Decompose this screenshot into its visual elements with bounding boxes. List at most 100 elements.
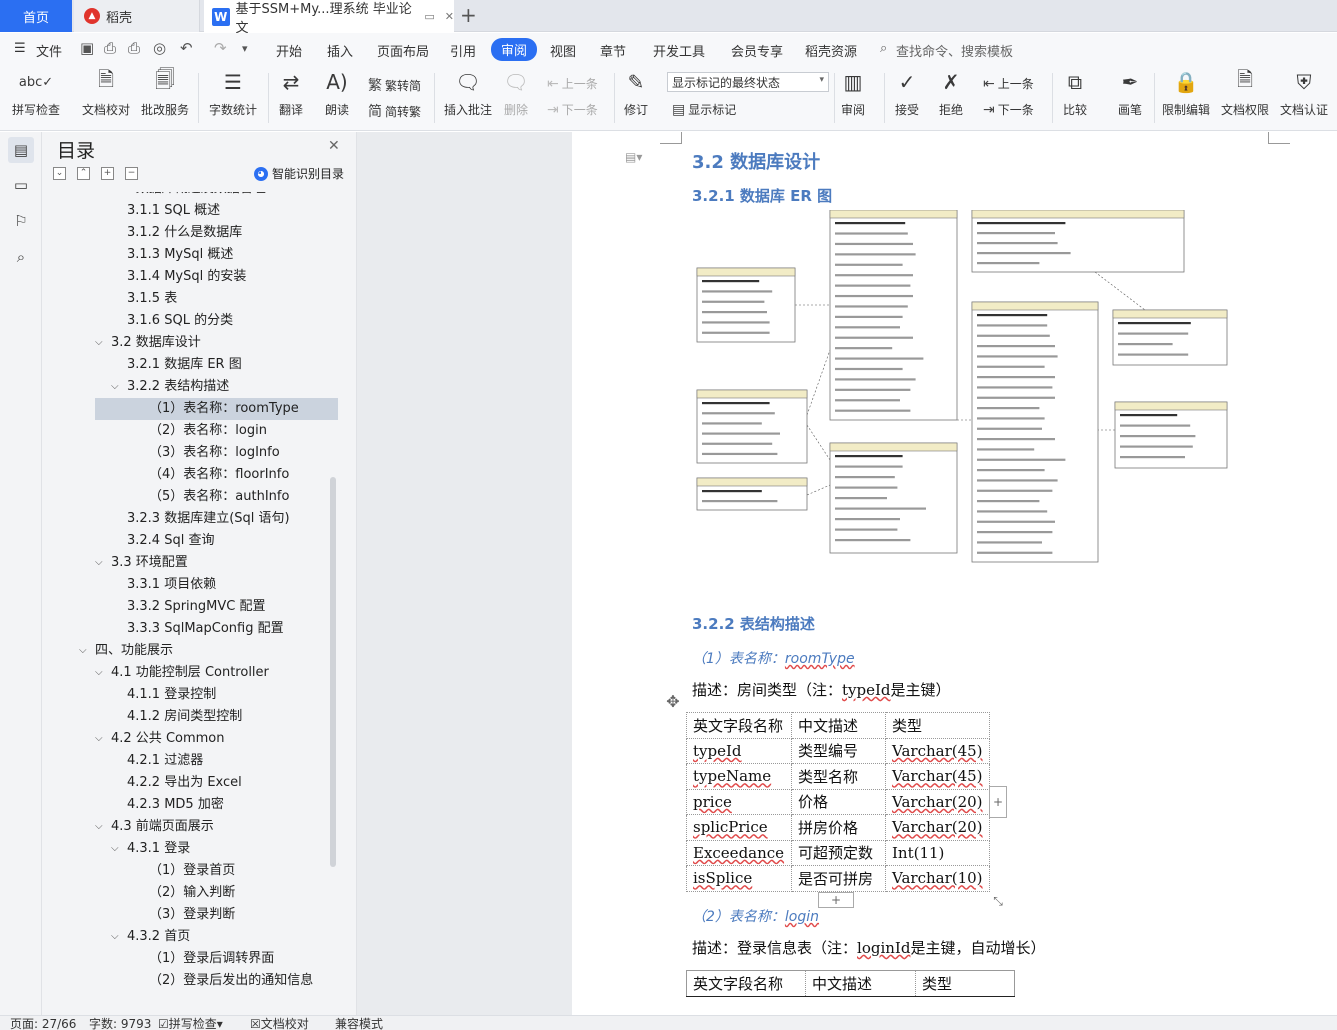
command-search-input[interactable]: 查找命令、搜索模板 xyxy=(896,41,1013,60)
toc-item[interactable]: ⌵ 4.1 功能控制层 Controller xyxy=(95,662,269,684)
chevron-down-icon[interactable]: ⌵ xyxy=(95,332,103,354)
search-icon[interactable]: ⌕ xyxy=(8,244,34,270)
toc-item[interactable]: ⌵ 3.3 环境配置 xyxy=(95,552,188,574)
table-cell[interactable]: isSplice xyxy=(686,865,792,892)
tab-home[interactable]: 首页 xyxy=(0,0,72,32)
table-move-handle-icon[interactable]: ✥ xyxy=(664,692,682,711)
menu-review[interactable]: 审阅 xyxy=(491,38,538,61)
review-pane-button[interactable]: ▥ 审阅 xyxy=(840,69,866,118)
toc-item[interactable]: 3.1.2 什么是数据库 xyxy=(127,222,242,244)
toc-item[interactable]: 3.1.4 MySql 的安装 xyxy=(127,266,246,288)
export-pdf-icon[interactable]: ⎙ xyxy=(104,39,116,57)
table-header-cell[interactable]: 类型 xyxy=(885,712,990,739)
table-cell[interactable]: 类型名称 xyxy=(791,763,886,790)
print-preview-icon[interactable]: ◎ xyxy=(153,39,166,57)
reject-button[interactable]: ✗ 拒绝 xyxy=(938,69,964,118)
show-markup-button[interactable]: ▤ 显示标记 xyxy=(672,101,736,118)
table-cell[interactable]: 拼房价格 xyxy=(791,814,886,841)
toc-item[interactable]: ⌵ 3.1 数据库概述及数据管理 xyxy=(95,192,266,200)
insert-comment-button[interactable]: 🗨 插入批注 xyxy=(444,69,492,118)
toc-item[interactable]: ⌵ 4.3.1 登录 xyxy=(111,838,190,860)
table-cell[interactable]: typeName xyxy=(686,763,792,790)
table-cell[interactable]: 是否可拼房 xyxy=(791,865,886,892)
toc-item[interactable]: （3）表名称：logInfo xyxy=(149,442,280,464)
quick-access-more-icon[interactable]: ▾ xyxy=(242,42,248,55)
print-icon[interactable]: ⎙ xyxy=(128,39,140,57)
save-icon[interactable]: ▣ xyxy=(80,39,94,57)
table-header-cell[interactable]: 中文描述 xyxy=(791,712,886,739)
doc-permission-button[interactable]: 🗎 文档权限 xyxy=(1221,67,1269,118)
toc-item[interactable]: （2）登录后发出的通知信息 xyxy=(149,970,313,992)
tab-document[interactable]: W 基于SSM+My...理系统 毕业论文 ▭ ✕ xyxy=(204,0,454,36)
track-changes-button[interactable]: ✎ 修订 xyxy=(623,69,649,118)
chevron-down-icon[interactable]: ⌵ xyxy=(95,192,103,200)
menu-insert[interactable]: 插入 xyxy=(327,41,353,60)
chevron-down-icon[interactable]: ⌵ xyxy=(95,662,103,684)
close-icon[interactable]: ✕ xyxy=(328,138,340,154)
next-change-button[interactable]: ⇥ 下一条 xyxy=(983,101,1034,118)
table-cell[interactable]: Exceedance xyxy=(686,839,792,866)
menu-daoke-resources[interactable]: 稻壳资源 xyxy=(805,41,857,60)
chevron-down-icon[interactable]: ⌵ xyxy=(95,552,103,574)
word-count-button[interactable]: ☰ 字数统计 xyxy=(209,69,257,118)
table-header-cell[interactable]: 英文字段名称 xyxy=(686,712,792,739)
toc-item[interactable]: 3.1.6 SQL 的分类 xyxy=(127,310,233,332)
table-cell[interactable]: splicPrice xyxy=(686,814,792,841)
add-column-icon[interactable]: + xyxy=(989,786,1007,818)
spell-check-button[interactable]: abc✓ 拼写检查 xyxy=(12,69,60,118)
menu-chapter[interactable]: 章节 xyxy=(600,41,626,60)
toc-item[interactable]: ⌵ 4.3 前端页面展示 xyxy=(95,816,214,838)
chevron-down-icon[interactable]: ⌵ xyxy=(111,838,119,860)
spell-check-status[interactable]: ☑拼写检查▾ xyxy=(158,1017,223,1030)
table-cell[interactable]: Int(11) xyxy=(885,839,990,866)
toc-item[interactable]: 3.2.1 数据库 ER 图 xyxy=(127,354,242,376)
chevron-down-icon[interactable]: ⌵ xyxy=(111,376,119,398)
restrict-edit-button[interactable]: 🔒 限制编辑 xyxy=(1162,69,1210,118)
menu-dev-tools[interactable]: 开发工具 xyxy=(653,41,705,60)
menu-view[interactable]: 视图 xyxy=(550,41,576,60)
toc-item[interactable]: ⌵ 4.2 公共 Common xyxy=(95,728,225,750)
table-header-cell[interactable]: 中文描述 xyxy=(805,970,916,997)
table-cell[interactable]: 价格 xyxy=(791,788,886,815)
add-row-icon[interactable]: + xyxy=(818,892,854,908)
toc-item[interactable]: 3.3.1 项目依赖 xyxy=(127,574,216,596)
menu-page-layout[interactable]: 页面布局 xyxy=(377,41,429,60)
menu-member[interactable]: 会员专享 xyxy=(731,41,783,60)
toc-item[interactable]: （1）表名称：roomType xyxy=(149,398,299,420)
toc-item[interactable]: 3.1.1 SQL 概述 xyxy=(127,200,220,222)
toc-item[interactable]: （5）表名称：authInfo xyxy=(149,486,289,508)
accept-button[interactable]: ✓ 接受 xyxy=(894,69,920,118)
undo-icon[interactable]: ↶ xyxy=(180,39,193,57)
toc-item[interactable]: 4.1.2 房间类型控制 xyxy=(127,706,242,728)
remove-heading-icon[interactable]: − xyxy=(125,167,138,180)
toc-item[interactable]: 4.2.1 过滤器 xyxy=(127,750,203,772)
toc-item[interactable]: （4）表名称：floorInfo xyxy=(149,464,289,486)
bookmark-icon[interactable]: ⚐ xyxy=(8,208,34,234)
table-cell[interactable]: price xyxy=(686,788,792,815)
toc-item[interactable]: ⌵ 4.3.2 首页 xyxy=(111,926,190,948)
collapse-all-icon[interactable]: ⌄ xyxy=(53,167,66,180)
new-tab-button[interactable]: + xyxy=(460,3,477,27)
toc-item[interactable]: 3.1.5 表 xyxy=(127,288,177,310)
toc-item[interactable]: 3.2.3 数据库建立(Sql 语句) xyxy=(127,508,290,530)
toc-item[interactable]: （2）输入判断 xyxy=(149,882,235,904)
table-cell[interactable]: typeId xyxy=(686,737,792,764)
markup-state-select[interactable]: 显示标记的最终状态 ▾ xyxy=(667,72,829,92)
redo-icon[interactable]: ↷ xyxy=(214,39,227,57)
toc-item[interactable]: 3.3.3 SqlMapConfig 配置 xyxy=(127,618,284,640)
hamburger-icon[interactable]: ☰ xyxy=(14,41,26,56)
table-cell[interactable]: Varchar(20) xyxy=(885,788,990,815)
nav-pane-icon[interactable]: ▭ xyxy=(8,172,34,198)
table-header-cell[interactable]: 英文字段名称 xyxy=(686,970,806,997)
table-cell[interactable]: 类型编号 xyxy=(791,737,886,764)
tab-daoke[interactable]: ▲ 稻壳 xyxy=(74,0,200,32)
menu-start[interactable]: 开始 xyxy=(276,41,302,60)
chevron-down-icon[interactable]: ⌵ xyxy=(79,640,87,662)
table-cell[interactable]: Varchar(45) xyxy=(885,763,990,790)
delete-comment-button[interactable]: 🗨 删除 xyxy=(503,69,529,118)
toc-item[interactable]: （1）登录首页 xyxy=(149,860,235,882)
table-resize-icon[interactable]: ⤡ xyxy=(989,892,1007,910)
toc-item[interactable]: 3.1.3 MySql 概述 xyxy=(127,244,233,266)
read-aloud-button[interactable]: A) 朗读 xyxy=(324,69,350,118)
word-count-indicator[interactable]: 字数: 9793 xyxy=(89,1017,151,1030)
